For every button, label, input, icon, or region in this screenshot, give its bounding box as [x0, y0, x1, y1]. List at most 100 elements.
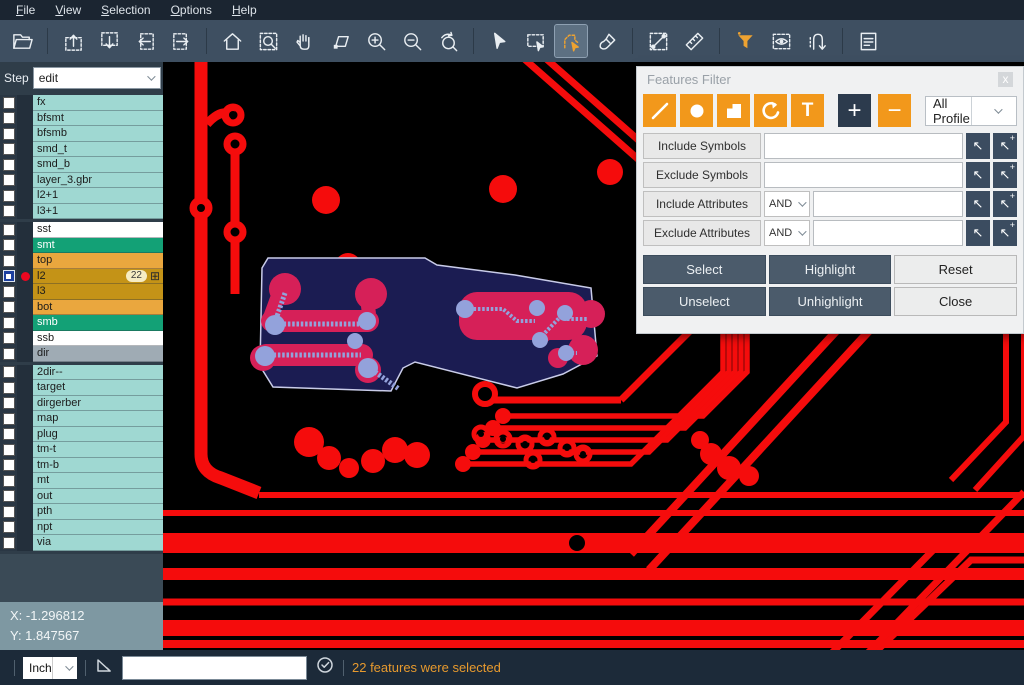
- exclude-symbols-button[interactable]: Exclude Symbols: [643, 162, 761, 188]
- layer-checkbox[interactable]: [0, 157, 17, 173]
- units-dropdown[interactable]: Inch: [23, 657, 77, 679]
- home-button[interactable]: [216, 25, 248, 57]
- layer-checkbox[interactable]: [0, 458, 17, 474]
- layer-active-cell[interactable]: [17, 520, 33, 536]
- layer-row-smb[interactable]: smb: [0, 315, 163, 331]
- poly-view-button[interactable]: [324, 25, 356, 57]
- pan-left-button[interactable]: [129, 25, 161, 57]
- layer-checkbox[interactable]: [0, 442, 17, 458]
- pick-arrow-button[interactable]: ↖: [966, 162, 990, 188]
- layer-checkbox[interactable]: [0, 411, 17, 427]
- layer-checkbox[interactable]: [0, 126, 17, 142]
- notes-button[interactable]: [852, 25, 884, 57]
- layer-name-cell[interactable]: bfsmt: [33, 111, 163, 127]
- layer-active-cell[interactable]: [17, 489, 33, 505]
- layer-name-cell[interactable]: layer_3.gbr: [33, 173, 163, 189]
- layer-checkbox[interactable]: [0, 473, 17, 489]
- layer-active-cell[interactable]: [17, 427, 33, 443]
- layer-checkbox[interactable]: [0, 253, 17, 269]
- pick-add-arrow-button[interactable]: ↖+: [993, 133, 1017, 159]
- layer-checkbox[interactable]: [0, 504, 17, 520]
- layer-row-2dir-[interactable]: 2dir--: [0, 365, 163, 381]
- layer-row-l2-1[interactable]: l2+1: [0, 188, 163, 204]
- sync-check-icon[interactable]: [315, 655, 335, 680]
- open-button[interactable]: [6, 25, 38, 57]
- pick-arrow-button[interactable]: ↖: [966, 133, 990, 159]
- unselect-button[interactable]: Unselect: [643, 287, 766, 316]
- filter-type-pad-button[interactable]: [680, 94, 713, 127]
- include-attributes-input[interactable]: [813, 191, 963, 217]
- layer-active-cell[interactable]: [17, 473, 33, 489]
- layer-checkbox[interactable]: [0, 284, 17, 300]
- layer-active-cell[interactable]: [17, 238, 33, 254]
- layer-active-cell[interactable]: [17, 269, 33, 285]
- exclude-symbols-input[interactable]: [764, 162, 963, 188]
- layer-row-smd-t[interactable]: smd_t: [0, 142, 163, 158]
- layer-active-cell[interactable]: [17, 173, 33, 189]
- layer-checkbox[interactable]: [0, 300, 17, 316]
- layer-row-tm-t[interactable]: tm-t: [0, 442, 163, 458]
- include-symbols-input[interactable]: [764, 133, 963, 159]
- zoom-previous-button[interactable]: [432, 25, 464, 57]
- layer-active-cell[interactable]: [17, 346, 33, 362]
- grid-icon[interactable]: ⊞: [150, 270, 160, 282]
- layer-name-cell[interactable]: smb: [33, 315, 163, 331]
- layer-row-l3[interactable]: l3: [0, 284, 163, 300]
- layer-name-cell[interactable]: sst: [33, 222, 163, 238]
- zoom-out-button[interactable]: [396, 25, 428, 57]
- remove-button[interactable]: −: [878, 94, 911, 127]
- layer-row-fx[interactable]: fx: [0, 95, 163, 111]
- include-symbols-button[interactable]: Include Symbols: [643, 133, 761, 159]
- layer-name-cell[interactable]: via: [33, 535, 163, 551]
- layer-active-cell[interactable]: [17, 300, 33, 316]
- reset-button[interactable]: Reset: [894, 255, 1017, 284]
- layer-checkbox[interactable]: [0, 269, 17, 285]
- layer-name-cell[interactable]: tm-t: [33, 442, 163, 458]
- filter-type-text-button[interactable]: T: [791, 94, 824, 127]
- layer-name-cell[interactable]: smd_t: [33, 142, 163, 158]
- operator-dropdown[interactable]: AND: [764, 191, 810, 217]
- layer-name-cell[interactable]: l3: [33, 284, 163, 300]
- layer-row-bfsmt[interactable]: bfsmt: [0, 111, 163, 127]
- layer-checkbox[interactable]: [0, 111, 17, 127]
- layer-active-cell[interactable]: [17, 458, 33, 474]
- ruler-button[interactable]: [678, 25, 710, 57]
- pan-hand-button[interactable]: [288, 25, 320, 57]
- exclude-attributes-input[interactable]: [813, 220, 963, 246]
- layer-checkbox[interactable]: [0, 396, 17, 412]
- layer-row-dir[interactable]: dir: [0, 346, 163, 362]
- pan-down-button[interactable]: [93, 25, 125, 57]
- layer-row-sst[interactable]: sst: [0, 222, 163, 238]
- layer-row-pth[interactable]: pth: [0, 504, 163, 520]
- layer-checkbox[interactable]: [0, 346, 17, 362]
- features-filter-button[interactable]: [729, 25, 761, 57]
- layer-active-cell[interactable]: [17, 188, 33, 204]
- menu-options[interactable]: Options: [161, 3, 222, 17]
- view-window-button[interactable]: [765, 25, 797, 57]
- layer-checkbox[interactable]: [0, 315, 17, 331]
- layer-row-l3-1[interactable]: l3+1: [0, 204, 163, 220]
- pick-arrow-button[interactable]: ↖: [966, 220, 990, 246]
- layer-checkbox[interactable]: [0, 365, 17, 381]
- layer-active-cell[interactable]: [17, 380, 33, 396]
- layer-row-target[interactable]: target: [0, 380, 163, 396]
- layer-name-cell[interactable]: fx: [33, 95, 163, 111]
- layer-checkbox[interactable]: [0, 380, 17, 396]
- menu-file[interactable]: File: [6, 3, 45, 17]
- layer-active-cell[interactable]: [17, 411, 33, 427]
- pick-add-arrow-button[interactable]: ↖+: [993, 191, 1017, 217]
- layer-active-cell[interactable]: [17, 331, 33, 347]
- layer-row-layer-3-gbr[interactable]: layer_3.gbr: [0, 173, 163, 189]
- select-cursor-button[interactable]: [483, 25, 515, 57]
- layer-checkbox[interactable]: [0, 489, 17, 505]
- layer-active-cell[interactable]: [17, 396, 33, 412]
- layer-row-top[interactable]: top: [0, 253, 163, 269]
- layer-name-cell[interactable]: plug: [33, 427, 163, 443]
- highlight-button[interactable]: Highlight: [769, 255, 892, 284]
- layer-name-cell[interactable]: top: [33, 253, 163, 269]
- layer-name-cell[interactable]: dirgerber: [33, 396, 163, 412]
- layer-row-l2[interactable]: l222⊞: [0, 269, 163, 285]
- filter-type-arc-button[interactable]: [754, 94, 787, 127]
- pick-arrow-button[interactable]: ↖: [966, 191, 990, 217]
- rect-select-button[interactable]: [519, 25, 551, 57]
